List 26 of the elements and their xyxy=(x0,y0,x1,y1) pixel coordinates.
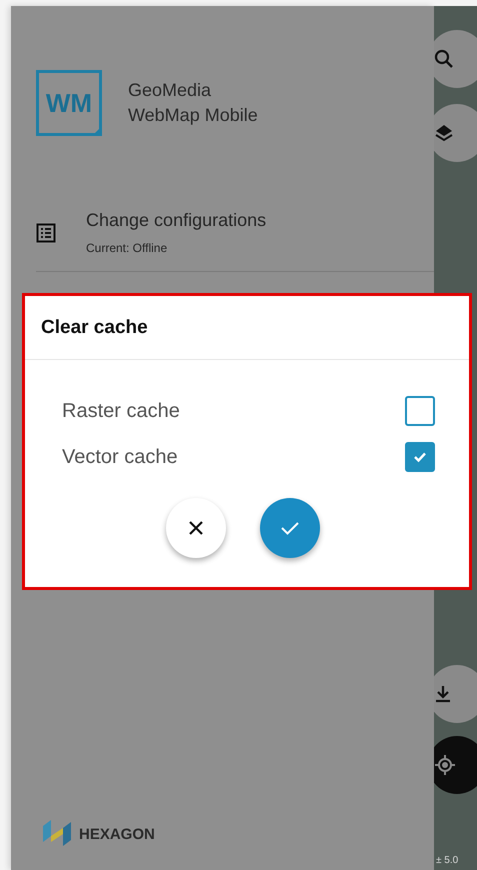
menu-item-subtitle: Current: Offline xyxy=(86,241,168,255)
app-name: WebMap Mobile xyxy=(128,105,258,126)
app-logo: WM xyxy=(36,70,102,136)
confirm-button[interactable] xyxy=(260,498,320,558)
layers-icon xyxy=(434,123,454,143)
brand-name: HEXAGON xyxy=(79,826,155,842)
dialog-title: Clear cache xyxy=(25,296,469,360)
download-button[interactable] xyxy=(434,665,477,723)
scale-label: ± 5.0 xyxy=(436,855,458,866)
checkbox[interactable] xyxy=(405,396,435,426)
hexagon-logo-icon xyxy=(41,820,73,848)
download-icon xyxy=(434,684,452,704)
close-icon xyxy=(188,520,204,536)
option-label: Vector cache xyxy=(62,446,178,468)
menu-item-title[interactable]: Change configurations xyxy=(86,210,266,231)
list-icon xyxy=(36,222,56,242)
layers-button[interactable] xyxy=(434,104,477,162)
checkbox[interactable] xyxy=(405,442,435,472)
option-label: Raster cache xyxy=(62,400,180,422)
search-button[interactable] xyxy=(434,30,477,88)
locate-button[interactable] xyxy=(434,736,477,794)
cancel-button[interactable] xyxy=(166,498,226,558)
check-icon xyxy=(413,451,427,463)
search-icon xyxy=(434,49,454,69)
check-icon xyxy=(280,520,300,536)
app-name: GeoMedia xyxy=(128,80,212,101)
